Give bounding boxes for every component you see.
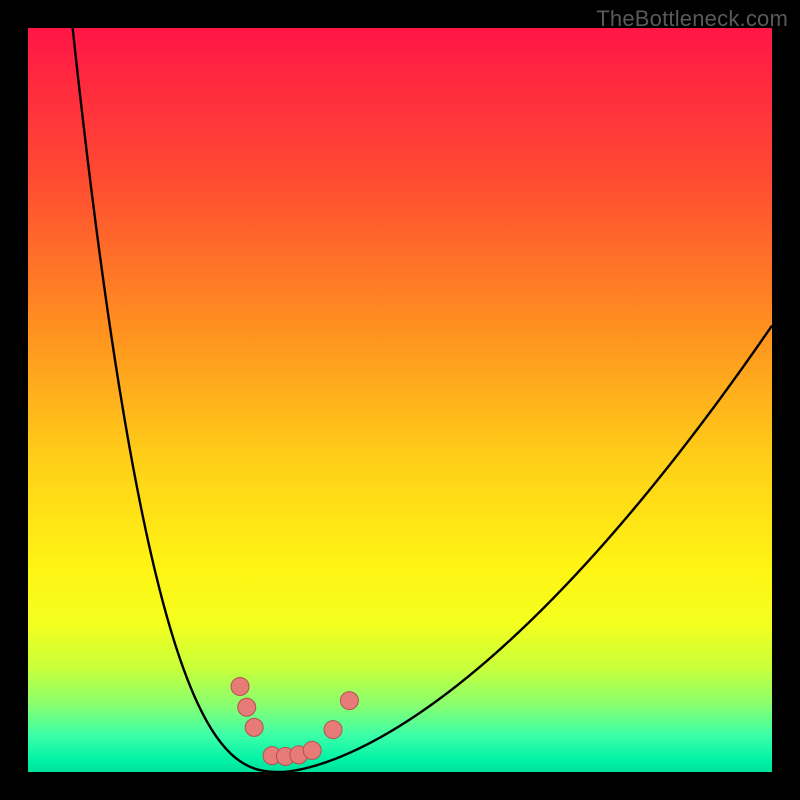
data-marker: [238, 698, 256, 716]
data-marker: [245, 718, 263, 736]
data-marker: [324, 721, 342, 739]
chart-background: [28, 28, 772, 772]
data-marker: [340, 692, 358, 710]
watermark-text: TheBottleneck.com: [596, 6, 788, 32]
bottleneck-chart: [28, 28, 772, 772]
data-marker: [231, 677, 249, 695]
data-marker: [303, 741, 321, 759]
